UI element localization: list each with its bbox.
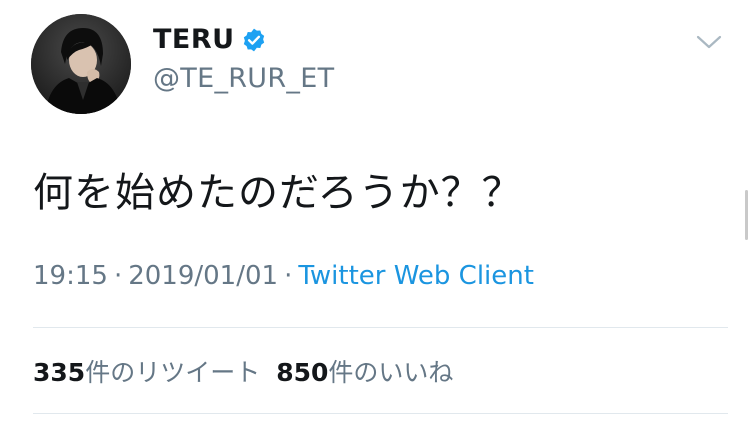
chevron-down-icon[interactable] [694, 32, 724, 52]
avatar-photo [31, 14, 131, 114]
display-name[interactable]: TERU [153, 24, 235, 55]
avatar[interactable] [31, 14, 131, 114]
tweet-client-link[interactable]: Twitter Web Client [298, 261, 534, 291]
meta-separator: · [284, 261, 293, 291]
likes-stat[interactable]: 850件のいいね [276, 358, 453, 387]
divider [33, 327, 728, 328]
verified-badge-icon [243, 28, 264, 51]
retweets-count: 335 [33, 358, 86, 387]
user-handle[interactable]: @TE_RUR_ET [153, 63, 334, 94]
divider [33, 413, 728, 414]
user-name-row: TERU [153, 24, 267, 55]
tweet-text: 何を始めたのだろうか？？ [33, 170, 523, 216]
tweet-date[interactable]: 2019/01/01 [128, 261, 278, 291]
meta-separator: · [113, 261, 123, 291]
tweet-detail: TERU @TE_RUR_ET 何を始めたのだろうか？？ 19:15 · 2019/… [0, 0, 750, 421]
scrollbar[interactable] [745, 190, 748, 240]
retweets-stat[interactable]: 335件のリツイート [33, 358, 260, 387]
likes-count: 850 [276, 358, 329, 387]
likes-label: 件のいいね [328, 358, 454, 387]
tweet-stats: 335件のリツイート 850件のいいね [33, 353, 453, 389]
tweet-time[interactable]: 19:15 [33, 261, 108, 291]
tweet-meta: 19:15 · 2019/01/01 · Twitter Web Client [33, 261, 534, 291]
retweets-label: 件のリツイート [85, 358, 261, 387]
